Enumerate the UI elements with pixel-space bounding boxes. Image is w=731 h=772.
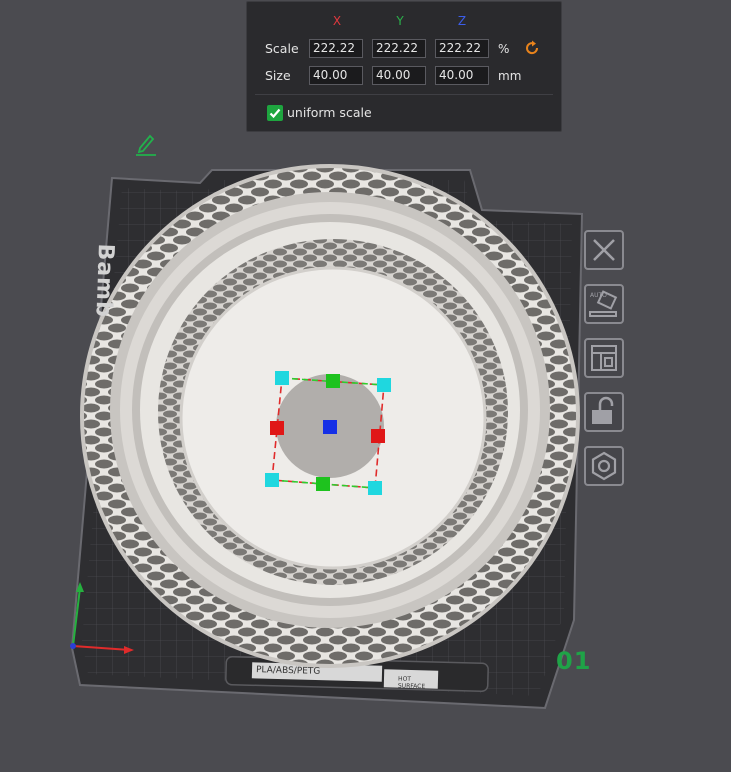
uniform-scale-label[interactable]: uniform scale: [287, 105, 372, 120]
scale-z-input[interactable]: 222.22: [435, 39, 489, 58]
scale-y-input[interactable]: 222.22: [372, 39, 426, 58]
scale-x-input[interactable]: 222.22: [309, 39, 363, 58]
size-unit: mm: [498, 69, 522, 83]
close-button[interactable]: [584, 230, 624, 270]
close-icon: [593, 239, 615, 261]
x-scale-handle[interactable]: [371, 429, 385, 443]
axis-header-x: X: [332, 14, 342, 28]
axis-header-y: Y: [396, 14, 404, 28]
size-y-input[interactable]: 40.00: [372, 66, 426, 85]
plate-brand-text: Bamb: [90, 243, 118, 319]
checkmark-icon: [269, 108, 281, 119]
plate-number[interactable]: 01: [556, 647, 591, 675]
rotate-reset-icon[interactable]: [524, 40, 540, 56]
size-x-input[interactable]: 40.00: [309, 66, 363, 85]
settings-hex-button[interactable]: [584, 446, 624, 486]
size-z-input[interactable]: 40.00: [435, 66, 489, 85]
vase-model[interactable]: [80, 164, 580, 668]
edit-pencil-icon[interactable]: [134, 130, 158, 156]
settings-hex-icon: [591, 451, 617, 481]
scale-panel: X Y Z Scale 222.22 222.22 222.22 % Size …: [246, 1, 562, 132]
y-scale-handle[interactable]: [316, 477, 330, 491]
uniform-scale-checkbox[interactable]: [267, 105, 283, 121]
y-scale-handle[interactable]: [326, 374, 340, 388]
hot-surface-label: HOT SURFACE: [397, 675, 426, 691]
corner-handle[interactable]: [275, 371, 289, 385]
auto-orient-button[interactable]: AUTO: [584, 284, 624, 324]
scale-unit: %: [498, 42, 510, 56]
arrange-icon: [591, 345, 617, 371]
plate-material-label: PLA/ABS/PETG: [255, 665, 321, 677]
scale-row-label: Scale: [265, 41, 299, 56]
arrange-button[interactable]: [584, 338, 624, 378]
corner-handle[interactable]: [265, 473, 279, 487]
x-scale-handle[interactable]: [270, 421, 284, 435]
z-scale-handle[interactable]: [323, 420, 337, 434]
lock-button[interactable]: [584, 392, 624, 432]
auto-orient-icon: AUTO: [589, 290, 618, 317]
axis-header-z: Z: [457, 14, 467, 28]
size-row-label: Size: [265, 68, 291, 83]
corner-handle[interactable]: [368, 481, 382, 495]
panel-divider: [255, 94, 553, 95]
corner-handle[interactable]: [377, 378, 391, 392]
lock-icon: [592, 396, 614, 424]
axis-origin: [70, 643, 76, 649]
